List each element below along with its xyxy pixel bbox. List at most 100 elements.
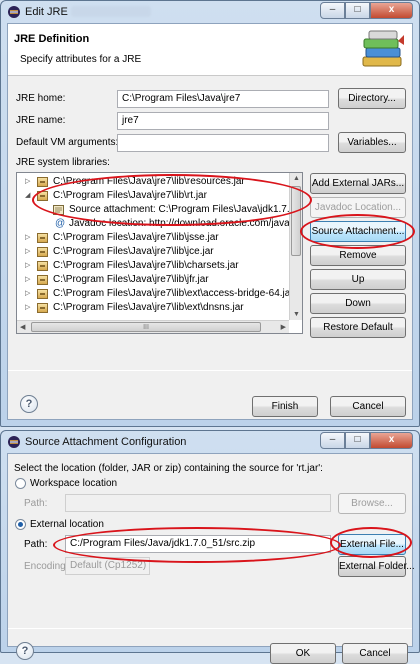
library-path: C:\Program Files\Java\jre7\lib\jfr.jar xyxy=(53,274,209,285)
ok-button[interactable]: OK xyxy=(270,643,336,664)
library-path: C:\Program Files\Java\jre7\lib\resources… xyxy=(53,176,245,187)
vertical-scrollbar[interactable]: ▲ ▼ xyxy=(289,173,302,320)
tree-row[interactable]: ▷ C:\Program Files\Java\jre7\lib\jce.jar xyxy=(17,245,289,259)
libraries-tree[interactable]: ▷ C:\Program Files\Java\jre7\lib\resourc… xyxy=(16,172,303,334)
cancel-button[interactable]: Cancel xyxy=(342,643,408,664)
instruction-text: Select the location (folder, JAR or zip)… xyxy=(14,463,323,474)
jar-icon xyxy=(37,275,48,285)
scroll-down-arrow-icon[interactable]: ▼ xyxy=(293,311,300,318)
down-button[interactable]: Down xyxy=(310,293,406,314)
expand-arrow-icon[interactable]: ▷ xyxy=(25,231,30,245)
jre-home-field[interactable]: C:\Program Files\Java\jre7 xyxy=(117,90,329,108)
javadoc-location-button[interactable]: Javadoc Location... xyxy=(310,197,406,218)
library-path: C:\Program Files\Java\jre7\lib\rt.jar xyxy=(53,190,207,201)
maximize-button[interactable]: □ xyxy=(345,2,370,19)
library-path: C:\Program Files\Java\jre7\lib\jsse.jar xyxy=(53,232,219,243)
jar-icon xyxy=(37,177,48,187)
separator xyxy=(8,370,412,371)
encoding-select[interactable]: Default (Cp1252) xyxy=(65,557,150,575)
directory-button[interactable]: Directory... xyxy=(338,88,406,109)
external-location-radio[interactable] xyxy=(15,519,26,530)
scroll-up-arrow-icon[interactable]: ▲ xyxy=(293,175,300,182)
jar-icon xyxy=(37,247,48,257)
tree-row[interactable]: Source attachment: C:\Program Files\Java… xyxy=(17,203,302,217)
browse-button[interactable]: Browse... xyxy=(338,493,406,514)
javadoc-location-entry: Javadoc location: http://download.oracle… xyxy=(69,218,301,229)
tree-row[interactable]: @ Javadoc location: http://download.orac… xyxy=(17,217,300,231)
jar-icon xyxy=(37,261,48,271)
close-button[interactable]: x xyxy=(370,2,413,19)
minimize-button[interactable]: – xyxy=(320,432,345,449)
jre-name-field[interactable]: jre7 xyxy=(117,112,329,130)
title-bar[interactable]: Source Attachment Configuration – □ x xyxy=(1,431,419,453)
expand-arrow-icon[interactable]: ▷ xyxy=(25,273,30,287)
horizontal-scroll-thumb[interactable]: III xyxy=(31,322,261,332)
maximize-button[interactable]: □ xyxy=(345,432,370,449)
source-attachment-entry: Source attachment: C:\Program Files\Java… xyxy=(69,204,303,215)
cancel-button[interactable]: Cancel xyxy=(330,396,406,417)
vertical-scroll-thumb[interactable] xyxy=(291,186,301,256)
eclipse-icon xyxy=(8,436,20,448)
tree-row[interactable]: ▷ C:\Program Files\Java\jre7\lib\jsse.ja… xyxy=(17,231,289,245)
vm-arguments-field[interactable] xyxy=(117,134,329,152)
workspace-path-label: Path: xyxy=(24,498,48,509)
workspace-location-label[interactable]: Workspace location xyxy=(30,478,117,489)
external-location-label[interactable]: External location xyxy=(30,519,104,530)
library-path: C:\Program Files\Java\jre7\lib\jce.jar xyxy=(53,246,214,257)
up-button[interactable]: Up xyxy=(310,269,406,290)
external-file-button[interactable]: External File... xyxy=(338,534,406,555)
jre-name-label: JRE name: xyxy=(16,115,66,126)
external-path-field[interactable]: C:/Program Files/Java/jdk1.7.0_51/src.zi… xyxy=(65,535,331,553)
dialog-body: Select the location (folder, JAR or zip)… xyxy=(7,453,415,664)
collapse-arrow-icon[interactable]: ◢ xyxy=(25,189,30,203)
jar-icon xyxy=(37,233,48,243)
tree-row[interactable]: ▷ C:\Program Files\Java\jre7\lib\ext\dns… xyxy=(17,301,289,315)
separator xyxy=(8,628,412,629)
help-icon[interactable]: ? xyxy=(16,642,34,660)
expand-arrow-icon[interactable]: ▷ xyxy=(25,301,30,315)
tree-row[interactable]: ▷ C:\Program Files\Java\jre7\lib\ext\acc… xyxy=(17,287,294,301)
tree-row[interactable]: ◢ C:\Program Files\Java\jre7\lib\rt.jar xyxy=(17,189,289,203)
vm-arguments-label: Default VM arguments: xyxy=(16,137,119,148)
jre-home-label: JRE home: xyxy=(16,93,66,104)
expand-arrow-icon[interactable]: ▷ xyxy=(25,175,30,189)
banner-title: JRE Definition xyxy=(14,33,90,45)
finish-button[interactable]: Finish xyxy=(252,396,318,417)
source-attachment-window: Source Attachment Configuration – □ x Se… xyxy=(0,430,420,664)
external-folder-button[interactable]: External Folder... xyxy=(338,556,415,577)
horizontal-scrollbar[interactable]: ◀ III ▶ xyxy=(17,320,289,333)
workspace-path-field[interactable] xyxy=(65,494,331,512)
help-icon[interactable]: ? xyxy=(20,395,38,413)
dialog-banner: JRE Definition Specify attributes for a … xyxy=(8,24,412,76)
expand-arrow-icon[interactable]: ▷ xyxy=(25,245,30,259)
expand-arrow-icon[interactable]: ▷ xyxy=(25,287,30,301)
at-sign-icon: @ xyxy=(55,218,66,229)
workspace-location-radio[interactable] xyxy=(15,478,26,489)
scroll-left-arrow-icon[interactable]: ◀ xyxy=(20,323,25,331)
restore-default-button[interactable]: Restore Default xyxy=(310,317,406,338)
scroll-right-arrow-icon[interactable]: ▶ xyxy=(281,323,286,331)
variables-button[interactable]: Variables... xyxy=(338,132,406,153)
tree-row[interactable]: ▷ C:\Program Files\Java\jre7\lib\resourc… xyxy=(17,175,289,189)
expand-arrow-icon[interactable]: ▷ xyxy=(25,259,30,273)
minimize-button[interactable]: – xyxy=(320,2,345,19)
system-libraries-label: JRE system libraries: xyxy=(16,157,110,168)
blurred-title-area xyxy=(71,6,151,17)
remove-button[interactable]: Remove xyxy=(310,245,406,266)
library-books-icon xyxy=(362,30,404,67)
title-bar[interactable]: Edit JRE – □ x xyxy=(1,1,419,23)
tree-row[interactable]: ▷ C:\Program Files\Java\jre7\lib\charset… xyxy=(17,259,289,273)
library-path: C:\Program Files\Java\jre7\lib\ext\dnsns… xyxy=(53,302,244,313)
window-title: Edit JRE xyxy=(25,6,68,18)
close-button[interactable]: x xyxy=(370,432,413,449)
library-path: C:\Program Files\Java\jre7\lib\charsets.… xyxy=(53,260,239,271)
add-external-jars-button[interactable]: Add External JARs... xyxy=(310,173,406,194)
tree-row[interactable]: ▷ C:\Program Files\Java\jre7\lib\jfr.jar xyxy=(17,273,289,287)
source-attachment-button[interactable]: Source Attachment... xyxy=(310,221,406,242)
banner-description: Specify attributes for a JRE xyxy=(20,54,142,65)
jar-icon xyxy=(37,303,48,313)
encoding-label: Encoding: xyxy=(24,561,69,572)
jar-icon xyxy=(37,191,48,201)
jar-icon xyxy=(37,289,48,299)
library-path: C:\Program Files\Java\jre7\lib\ext\acces… xyxy=(53,288,294,299)
